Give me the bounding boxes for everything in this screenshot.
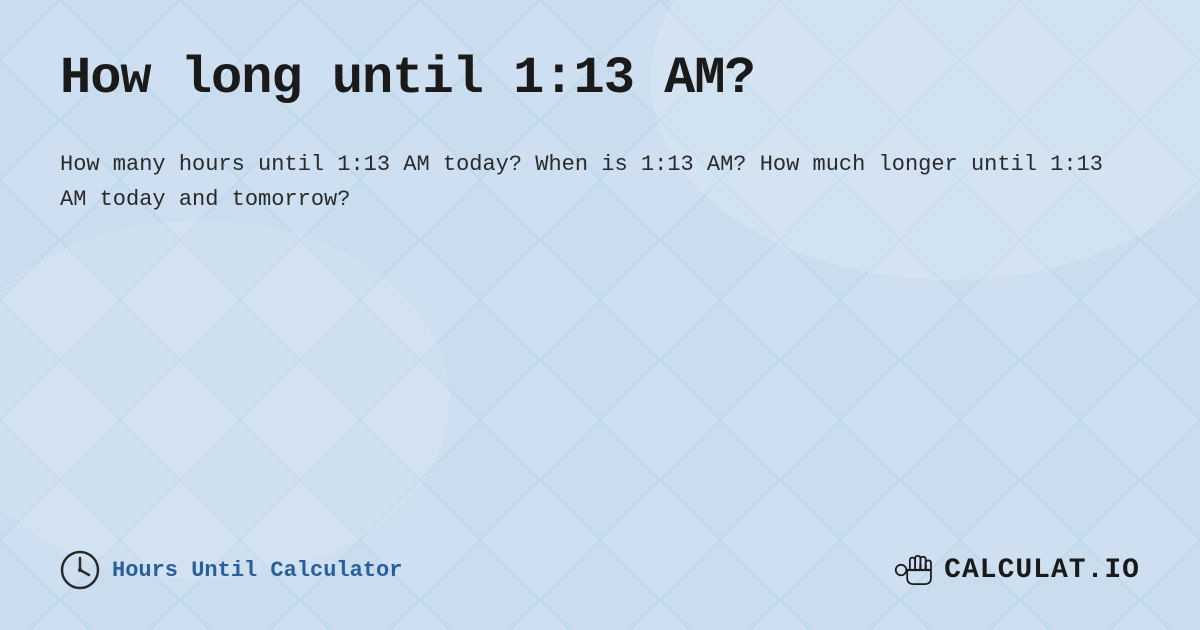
page-description: How many hours until 1:13 AM today? When… <box>60 147 1140 217</box>
clock-icon <box>60 550 100 590</box>
hours-until-calculator-label: Hours Until Calculator <box>112 558 402 583</box>
calculator-icon <box>894 552 938 588</box>
footer: Hours Until Calculator CALCULAT.IO <box>60 530 1140 590</box>
brand-right: CALCULAT.IO <box>894 552 1140 588</box>
calculat-logo: CALCULAT.IO <box>894 552 1140 588</box>
brand-left: Hours Until Calculator <box>60 550 402 590</box>
page-title: How long until 1:13 AM? <box>60 50 1140 107</box>
calculat-brand-text: CALCULAT.IO <box>944 555 1140 586</box>
